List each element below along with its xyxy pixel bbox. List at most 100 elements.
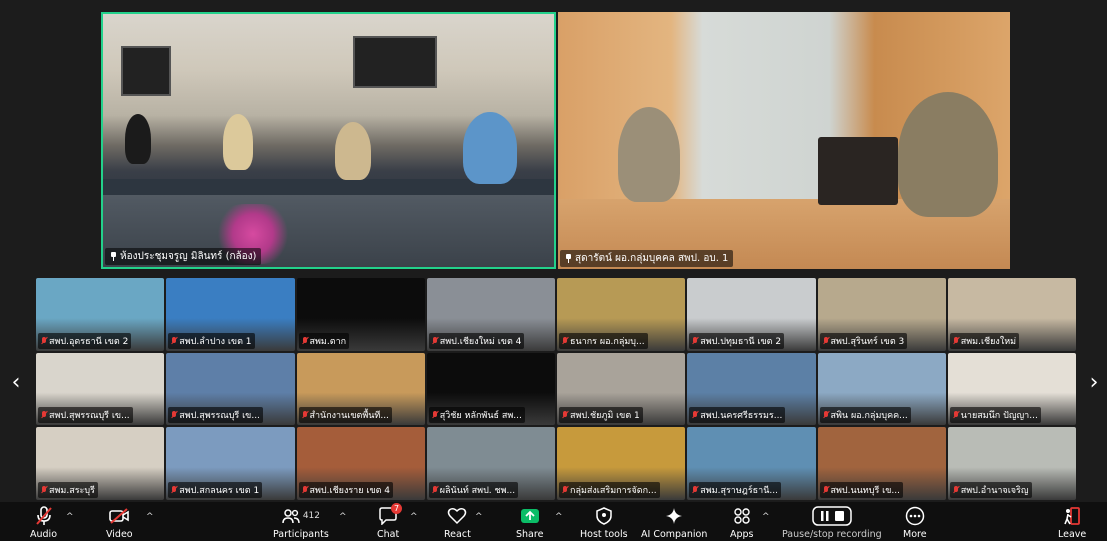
participant-tile[interactable]: สพป.สุพรรณบุรี เข... [166,352,295,426]
participant-name-tag: สำนักงานเขตพื้นที... [298,407,392,424]
mic-muted-icon [302,485,308,494]
participant-name-tag: สพิน ผอ.กลุ่มบุคค... [819,407,911,424]
leave-button[interactable]: Leave [1058,505,1086,540]
participant-tile[interactable]: สพป.สกลนคร เขต 1 [166,427,295,500]
apps-options-chevron-icon[interactable]: ^ [762,512,770,522]
participant-name: สพิน ผอ.กลุ่มบุคค... [830,411,908,422]
participant-name: ผลินันท์ สพป. ชพ... [439,485,516,496]
mic-muted-icon [953,485,959,494]
participant-name-tag: กลุ่มส่งเสริมการจัดก... [559,481,660,498]
mic-muted-icon [562,411,568,419]
participant-name-tag: สุวิชัย หลักพันธ์ สพ... [428,407,525,424]
participant-tile[interactable]: สพิน ผอ.กลุ่มบุคค... [817,352,946,426]
participant-name-tag: ผลินันท์ สพป. ชพ... [428,481,519,498]
mic-muted-icon [823,336,829,345]
participant-tile[interactable]: สพป.เชียงราย เขต 4 [296,427,425,500]
share-button[interactable]: Share [516,505,543,540]
participant-name-tag: สพม.สระบุรี [38,481,98,498]
mic-muted-icon [171,411,177,419]
participant-tile[interactable]: สพป.นครศรีธรรมร... [687,352,816,426]
mic-muted-icon [953,336,959,345]
participant-name-tag: สพป.สุพรรณบุรี เข... [38,407,133,424]
participant-tile[interactable]: สพป.อุดรธานี เขต 2 [36,278,165,351]
participant-name-tag: สพป.เชียงใหม่ เขต 4 [428,332,525,349]
previous-page-button[interactable]: ‹ [6,370,26,395]
participant-name-tag: สพป.นนทบุรี เข... [819,481,903,498]
participant-tile[interactable]: สพม.สระบุรี [36,427,165,500]
participant-name-tag: สพป.อุดรธานี เขต 2 [38,332,132,349]
participant-tile[interactable]: สพป.นนทบุรี เข... [817,427,946,500]
host-tools-button[interactable]: Host tools [580,505,628,540]
apps-button[interactable]: Apps [730,505,754,540]
wall-screen [353,36,437,88]
participant-figure [898,92,998,217]
participant-tile[interactable]: สพม.เชียงใหม่ [947,278,1076,351]
participant-tile[interactable]: สพป.ชัยภูมิ เขต 1 [557,352,686,426]
participant-tile[interactable]: สำนักงานเขตพื้นที... [296,352,425,426]
participant-name: สพป.สุรินทร์ เขต 3 [830,336,905,347]
participant-tile[interactable]: ผลินันท์ สพป. ชพ... [426,427,555,500]
mic-muted-icon [41,485,47,494]
pin-icon [565,254,572,263]
participant-tile[interactable]: สพป.ปทุมธานี เขต 2 [687,278,816,351]
participant-figure [125,114,151,164]
meeting-toolbar: Audio ^ Video ^ 412 Participants ^ 7 Cha… [0,502,1107,541]
participant-tile[interactable]: นายสมนึก ปัญญา... [947,352,1076,426]
mic-muted-icon [953,411,959,419]
mic-muted-icon [692,485,698,494]
participants-button[interactable]: 412 Participants [273,505,329,540]
heart-icon [447,505,467,527]
participant-tile[interactable]: สพป.สุพรรณบุรี เข... [36,352,165,426]
video-button[interactable]: Video [106,505,133,540]
participant-name: สำนักงานเขตพื้นที... [309,411,389,422]
participant-name: สพป.สุพรรณบุรี เข... [49,411,130,422]
participant-tile[interactable]: สุวิชัย หลักพันธ์ สพ... [426,352,555,426]
chat-options-chevron-icon[interactable]: ^ [410,512,418,522]
mic-muted-icon [41,336,47,345]
participant-name: สพป.ลำปาง เขต 1 [179,336,252,347]
participant-tile[interactable]: สพป.ลำปาง เขต 1 [166,278,295,351]
mic-muted-icon [41,411,47,419]
next-page-button[interactable]: › [1084,370,1104,395]
participant-name: สพป.ปทุมธานี เขต 2 [700,336,782,347]
chat-icon: 7 [378,503,403,527]
participant-name-tag: สพป.ปทุมธานี เขต 2 [689,332,785,349]
participant-name-tag: สพป.สุพรรณบุรี เข... [168,407,263,424]
participant-name-tag: นายสมนึก ปัญญา... [949,407,1041,424]
mic-muted-icon [692,411,698,419]
participant-tile[interactable]: สพป.เชียงใหม่ เขต 4 [426,278,555,351]
participant-tile[interactable]: สพม.สุราษฎร์ธานี... [687,427,816,500]
participant-tile[interactable]: สพป.อำนาจเจริญ [947,427,1076,500]
participant-name-tag: สพป.เชียงราย เขต 4 [298,481,394,498]
video-options-chevron-icon[interactable]: ^ [146,512,154,522]
share-screen-icon [520,505,540,527]
react-button[interactable]: React [444,505,471,540]
mic-muted-icon [823,411,829,419]
participant-name: สพป.สุพรรณบุรี เข... [179,411,260,422]
more-button[interactable]: More [903,505,927,540]
participant-tile[interactable]: สพป.สุรินทร์ เขต 3 [817,278,946,351]
pause-stop-recording-button[interactable]: Pause/stop recording [782,505,882,540]
participant-name: สพป.อุดรธานี เขต 2 [49,336,129,347]
participant-name-tag: สพป.ลำปาง เขต 1 [168,332,255,349]
participants-icon: 412 [282,505,320,527]
audio-options-chevron-icon[interactable]: ^ [66,512,74,522]
participant-figure [463,112,517,184]
audio-button[interactable]: Audio [30,505,57,540]
participant-tile[interactable]: กลุ่มส่งเสริมการจัดก... [557,427,686,500]
chat-button[interactable]: 7 Chat [377,503,403,540]
participant-name-tag: สพม.ตาก [298,332,350,349]
participant-tile[interactable]: สพม.ตาก [296,278,425,351]
participants-options-chevron-icon[interactable]: ^ [339,512,347,522]
pause-stop-icon [812,505,852,527]
react-options-chevron-icon[interactable]: ^ [475,512,483,522]
share-options-chevron-icon[interactable]: ^ [555,512,563,522]
mic-muted-icon [302,411,308,419]
ai-companion-button[interactable]: AI Companion [641,505,707,540]
participant-tile[interactable]: ธนากร ผอ.กลุ่มบุ... [557,278,686,351]
participant-figure [335,122,371,180]
speaker-video-meeting-room[interactable]: ห้องประชุมจรูญ มิลินทร์ (กล้อง) [101,12,556,269]
apps-icon [733,505,751,527]
laptop [818,137,898,205]
speaker-video-office[interactable]: สุดารัตน์ ผอ.กลุ่มบุคคล สพป. อบ. 1 [558,12,1010,269]
